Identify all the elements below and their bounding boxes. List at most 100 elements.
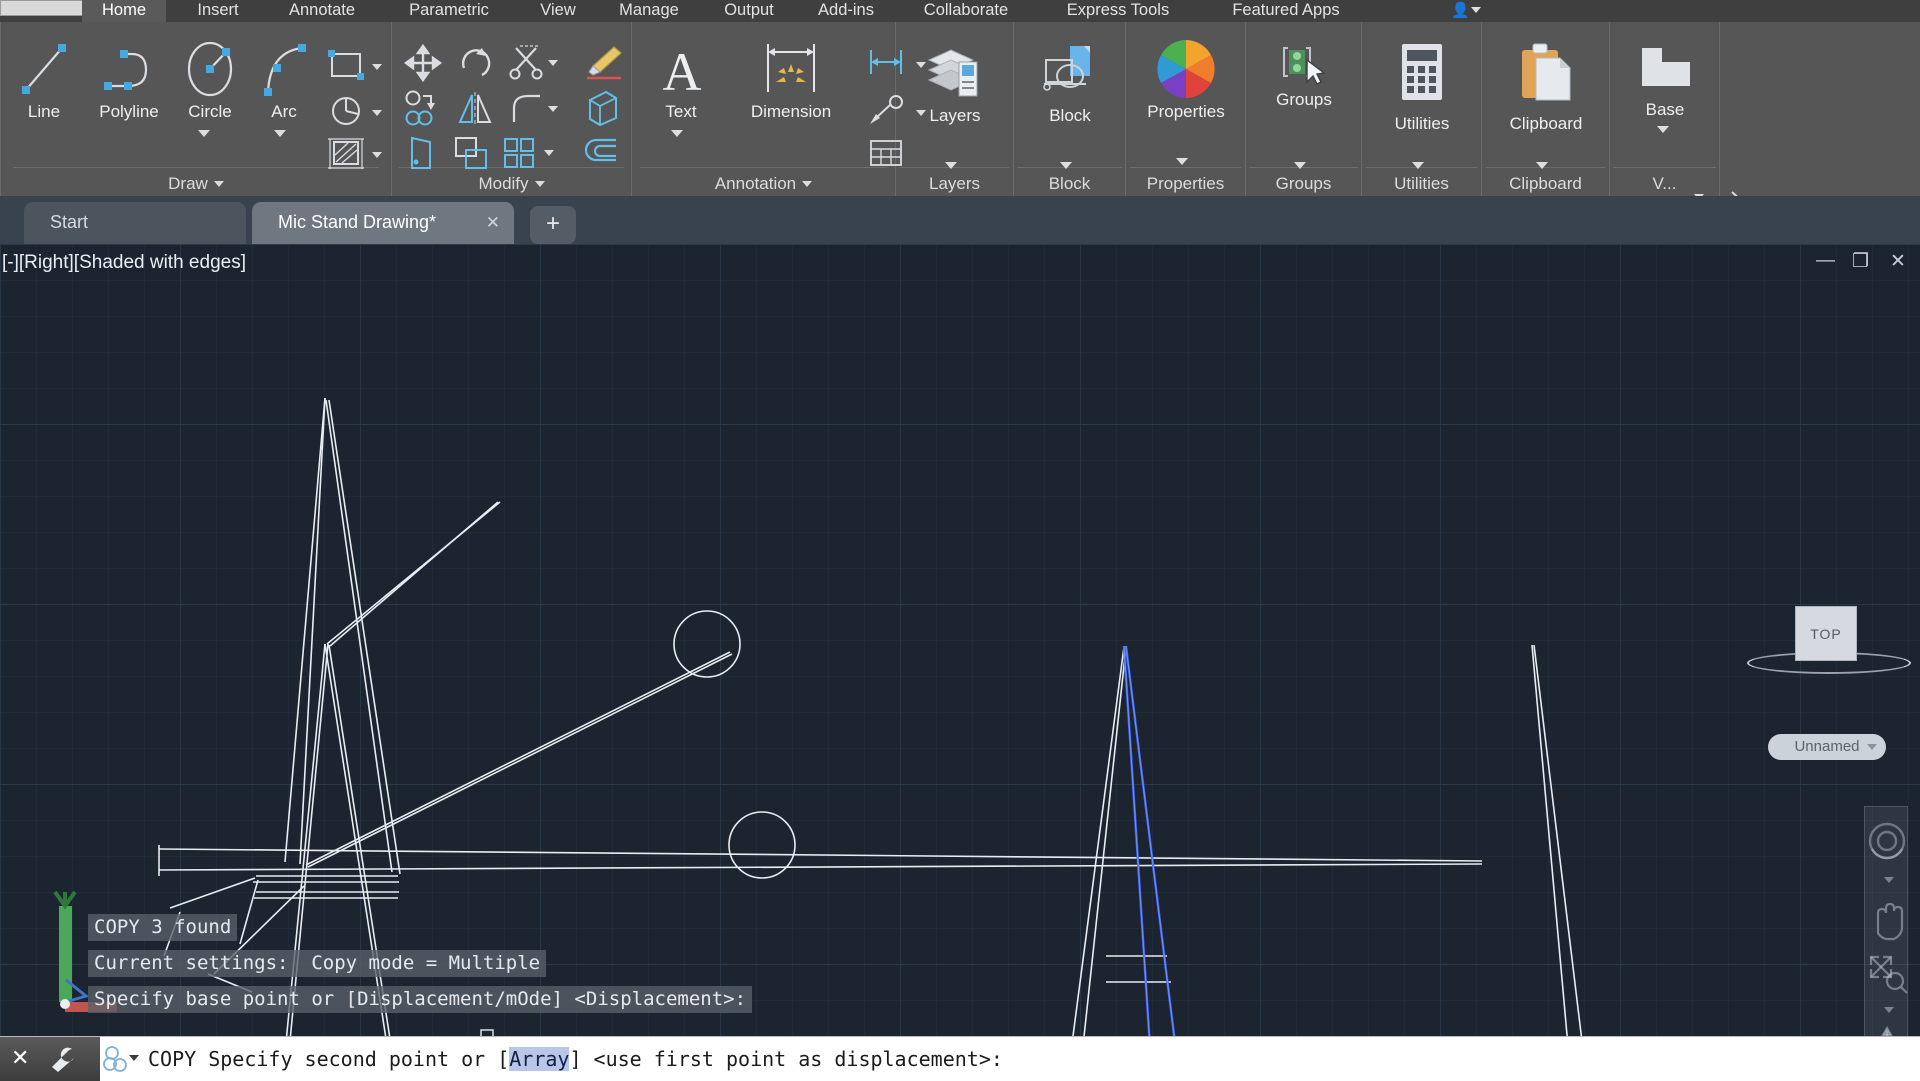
command-bar[interactable]: ✕ COPY Specify second point or [Array] <… (0, 1036, 1920, 1081)
panel-title[interactable]: Annotation (632, 174, 895, 194)
ribbon-tab-featured-apps[interactable]: Featured Apps (1204, 0, 1368, 22)
trim-button[interactable] (508, 44, 546, 87)
copy-button[interactable] (404, 90, 442, 133)
block-button[interactable]: Block (1014, 38, 1126, 169)
panel-title[interactable]: Clipboard (1482, 174, 1609, 194)
arc-dropdown-caret-icon[interactable] (274, 130, 286, 137)
panel-title[interactable]: V... (1610, 174, 1719, 194)
osnap-caret-icon[interactable] (129, 1055, 139, 1061)
ribbon-tab-manage[interactable]: Manage (602, 0, 696, 22)
steering-wheel-caret-icon[interactable] (1884, 877, 1894, 883)
zoom-caret-icon[interactable] (1884, 1007, 1894, 1013)
base-dropdown-caret-icon[interactable] (1657, 126, 1669, 133)
zoom-extents-icon[interactable] (1865, 951, 1909, 1003)
trim-dropdown-caret-icon[interactable] (548, 60, 558, 66)
hatch-button[interactable] (326, 136, 366, 177)
rectangle-dropdown-caret-icon[interactable] (372, 64, 382, 70)
clipboard-dropdown-caret-icon[interactable] (1536, 162, 1548, 169)
line-button[interactable]: Line (8, 36, 80, 146)
base-button[interactable]: Base (1610, 38, 1720, 148)
block-dropdown-caret-icon[interactable] (1060, 162, 1072, 169)
close-viewport-button[interactable]: ✕ (1890, 250, 1906, 273)
fillet-button[interactable] (508, 90, 546, 133)
fillet-dropdown-caret-icon[interactable] (548, 106, 558, 112)
command-input-line[interactable]: COPY Specify second point or [Array] <us… (148, 1047, 1003, 1071)
minimize-button[interactable]: — (1816, 250, 1835, 272)
extrude-button[interactable] (584, 88, 622, 133)
text-button[interactable]: A Text (640, 36, 722, 166)
line-icon (22, 44, 66, 94)
clipboard-button[interactable]: Clipboard (1482, 38, 1610, 169)
hatch-dropdown-caret-icon[interactable] (372, 152, 382, 158)
pan-hand-icon[interactable] (1865, 893, 1909, 947)
panel-expand-caret-icon[interactable] (534, 181, 545, 187)
restore-button[interactable]: ❐ (1852, 250, 1869, 273)
stretch-button[interactable] (404, 134, 440, 177)
ribbon-tab-collaborate[interactable]: Collaborate (900, 0, 1032, 22)
panel-expand-caret-icon[interactable] (213, 181, 224, 187)
utilities-dropdown-caret-icon[interactable] (1412, 162, 1424, 169)
properties-dropdown-caret-icon[interactable] (1176, 158, 1188, 165)
viewport-label[interactable]: [-][Right][Shaded with edges] (2, 252, 246, 274)
utilities-button[interactable]: Utilities (1362, 38, 1482, 169)
panel-title[interactable]: Utilities (1362, 174, 1481, 194)
layers-button[interactable]: Layers (896, 38, 1014, 169)
ribbon-tab-express-tools[interactable]: Express Tools (1040, 0, 1196, 22)
file-tab-start[interactable]: Start (24, 202, 246, 244)
ucs-dropdown[interactable]: Unnamed (1768, 734, 1886, 760)
mirror-button[interactable] (456, 90, 494, 133)
polyline-button[interactable]: Polyline (80, 36, 178, 146)
array-dropdown-caret-icon[interactable] (544, 150, 554, 156)
orbit-icon[interactable] (1865, 1023, 1909, 1036)
ribbon-tab-view[interactable]: View (524, 0, 592, 22)
rectangle-button[interactable] (326, 48, 366, 87)
circle-dropdown-caret-icon[interactable] (198, 130, 210, 137)
steering-wheel-icon[interactable] (1865, 815, 1909, 871)
polyline-icon (104, 50, 148, 90)
quick-access-toolbar[interactable] (0, 0, 95, 16)
panel-title[interactable]: Block (1014, 174, 1125, 194)
wrench-icon[interactable] (48, 1046, 78, 1074)
panel-title[interactable]: Properties (1126, 174, 1245, 194)
ribbon-tab-home[interactable]: Home (82, 0, 166, 22)
ribbon-tab-add-ins[interactable]: Add-ins (800, 0, 892, 22)
move-button[interactable] (403, 43, 443, 87)
arc-button[interactable]: Arc (248, 36, 320, 166)
ellipse-dropdown-caret-icon[interactable] (372, 110, 382, 116)
groups-button[interactable]: Groups (1246, 38, 1362, 169)
new-tab-button[interactable]: + (530, 206, 576, 244)
ribbon-tab-output[interactable]: Output (706, 0, 792, 22)
file-tab-close-icon[interactable]: ✕ (486, 203, 500, 243)
file-tab-mic-stand-drawing-[interactable]: Mic Stand Drawing* ✕ (252, 202, 514, 244)
array-button[interactable] (500, 134, 538, 177)
sign-in-button[interactable]: 👤 (1447, 0, 1493, 22)
groups-dropdown-caret-icon[interactable] (1294, 162, 1306, 169)
offset-button[interactable] (584, 136, 622, 175)
dimension-button[interactable]: Dimension (722, 36, 860, 146)
ribbon-tab-annotate[interactable]: Annotate (268, 0, 376, 22)
scale-button[interactable] (452, 134, 490, 177)
arc-icon (264, 44, 306, 96)
properties-button[interactable]: Properties (1126, 34, 1246, 165)
viewcube[interactable]: TOP (1747, 606, 1911, 674)
panel-expand-caret-icon[interactable] (802, 181, 813, 187)
panel-title[interactable]: Draw (1, 174, 391, 194)
layers-dropdown-caret-icon[interactable] (945, 162, 957, 169)
rotate-button[interactable] (456, 44, 494, 87)
viewcube-face-label[interactable]: TOP (1795, 606, 1857, 661)
navigation-bar[interactable] (1864, 806, 1908, 1036)
command-keyword-array[interactable]: Array (509, 1047, 570, 1071)
command-close-button[interactable]: ✕ (11, 1045, 29, 1071)
panel-title[interactable]: Layers (896, 174, 1013, 194)
command-history-line: Specify base point or [Displacement/mOde… (88, 986, 753, 1013)
ribbon-tab-parametric[interactable]: Parametric (386, 0, 512, 22)
text-dropdown-caret-icon[interactable] (671, 130, 683, 137)
circle-button[interactable]: Circle (168, 36, 252, 166)
erase-button[interactable] (584, 44, 624, 87)
ribbon-tab-insert[interactable]: Insert (178, 0, 258, 22)
ellipse-button[interactable] (326, 94, 366, 133)
panel-title[interactable]: Groups (1246, 174, 1361, 194)
drawing-canvas[interactable]: [-][Right][Shaded with edges] — ❐ ✕ TOP … (0, 244, 1920, 1036)
osnap-status-icon[interactable] (102, 1045, 130, 1073)
panel-title[interactable]: Modify (392, 174, 631, 194)
